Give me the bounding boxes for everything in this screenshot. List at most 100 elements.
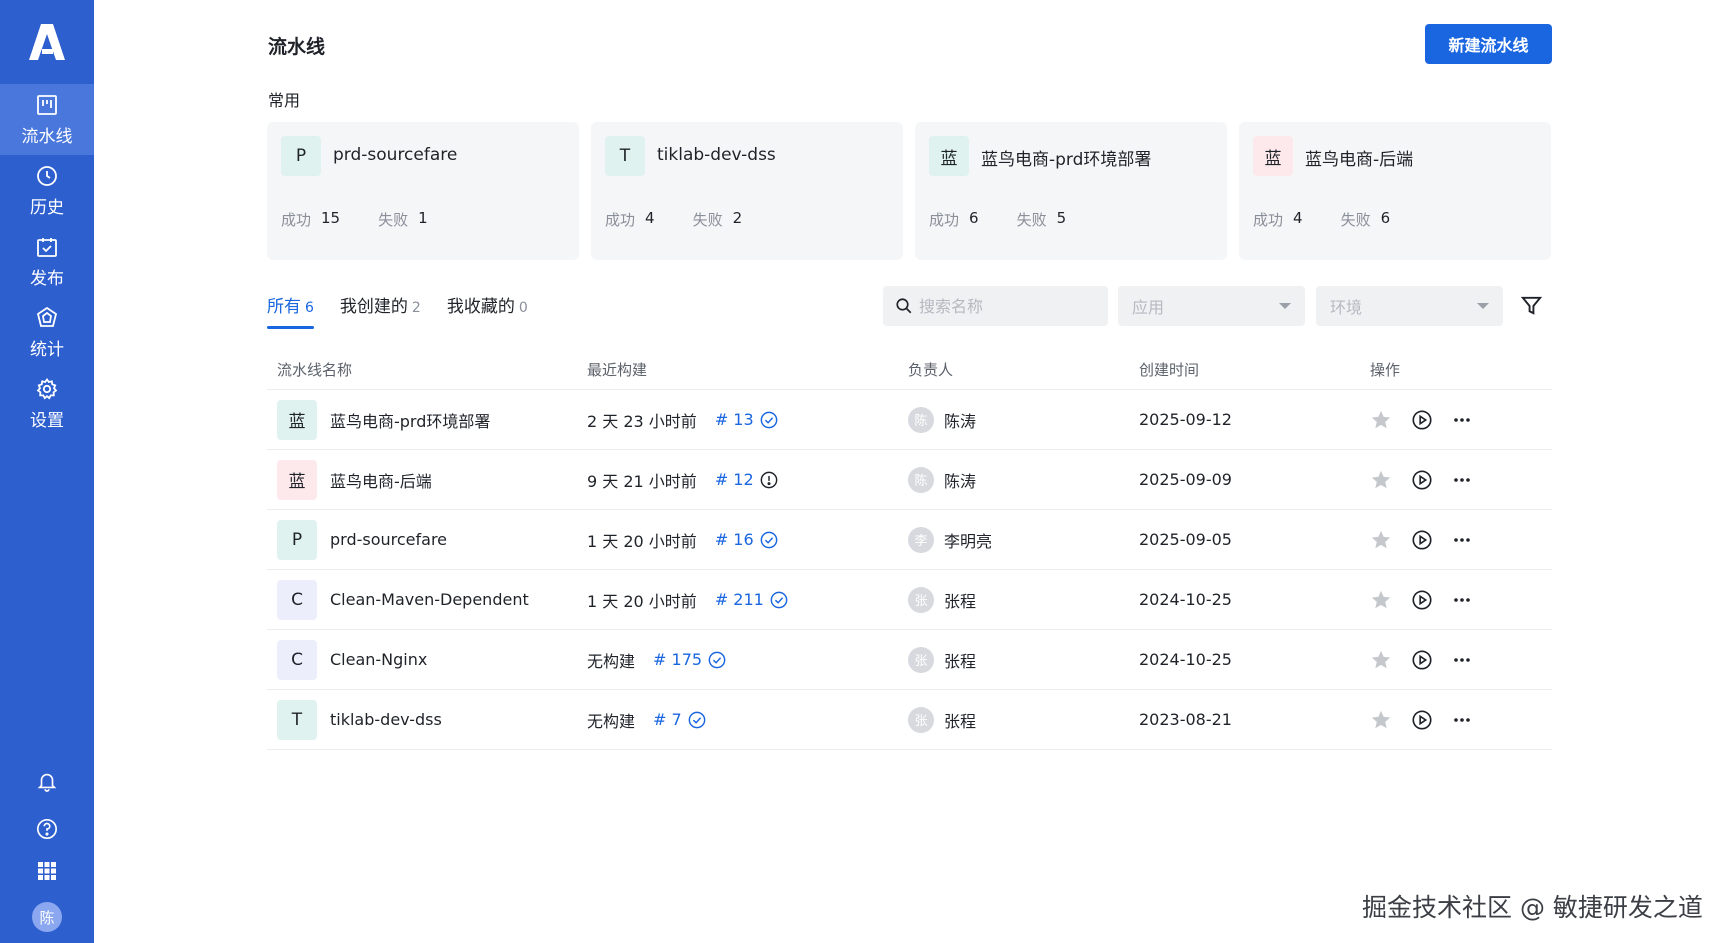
- run-button[interactable]: [1411, 409, 1433, 431]
- run-button[interactable]: [1411, 529, 1433, 551]
- build-number-link[interactable]: # 211: [715, 590, 764, 609]
- env-select[interactable]: 环境: [1316, 286, 1503, 326]
- pipeline-name-link[interactable]: Clean-Nginx: [330, 650, 427, 669]
- sidebar-item-pipeline[interactable]: 流水线: [0, 84, 94, 155]
- more-button[interactable]: [1452, 470, 1472, 490]
- build-number-link[interactable]: # 175: [653, 650, 702, 669]
- fail-label: 失败: [692, 211, 723, 229]
- build-number-link[interactable]: # 13: [715, 410, 754, 429]
- pipeline-icon: [37, 94, 57, 115]
- tab-created-by-me[interactable]: 我创建的 2: [340, 292, 421, 329]
- tab-label: 我创建的: [339, 297, 408, 317]
- sidebar-item-label: 发布: [30, 268, 64, 289]
- fail-count: 5: [1056, 209, 1067, 227]
- recent-card[interactable]: 蓝 蓝鸟电商-prd环境部署 成功 6 失败 5: [915, 122, 1227, 260]
- success-count: 4: [645, 209, 655, 227]
- more-button[interactable]: [1452, 710, 1472, 730]
- success-count: 15: [321, 209, 341, 227]
- pipeline-badge: P: [281, 136, 321, 176]
- search-box: [883, 286, 1108, 326]
- sidebar-item-label: 设置: [30, 410, 64, 431]
- run-button[interactable]: [1411, 709, 1433, 731]
- favorite-button[interactable]: [1370, 649, 1392, 671]
- user-avatar-button[interactable]: 陈: [0, 902, 94, 932]
- build-number-link[interactable]: # 16: [715, 530, 754, 549]
- pipeline-badge: 蓝: [277, 399, 317, 440]
- tab-favorites[interactable]: 我收藏的 0: [447, 292, 528, 329]
- recent-card[interactable]: P prd-sourcefare 成功 15 失败 1: [267, 122, 579, 260]
- failed-icon: [760, 471, 778, 489]
- owner-avatar: 李: [908, 526, 934, 553]
- card-stats: 成功 15 失败 1: [281, 209, 428, 230]
- more-icon: [1454, 537, 1470, 542]
- tab-label: 所有: [267, 297, 301, 317]
- new-pipeline-button[interactable]: 新建流水线: [1425, 24, 1552, 64]
- more-button[interactable]: [1452, 410, 1472, 430]
- favorite-button[interactable]: [1370, 589, 1392, 611]
- sidebar-item-settings[interactable]: 设置: [0, 368, 94, 439]
- pipeline-name-link[interactable]: 蓝鸟电商-后端: [330, 468, 432, 492]
- card-stats: 成功 4 失败 6: [1253, 209, 1390, 230]
- avatar: 陈: [32, 902, 62, 932]
- sidebar-item-release[interactable]: 发布: [0, 226, 94, 297]
- success-label: 成功: [929, 211, 960, 229]
- tab-all[interactable]: 所有 6: [267, 292, 314, 329]
- favorite-button[interactable]: [1370, 529, 1392, 551]
- created-date: 2025-09-12: [1139, 410, 1232, 429]
- bell-icon: [37, 773, 57, 792]
- recent-card[interactable]: 蓝 蓝鸟电商-后端 成功 4 失败 6: [1239, 122, 1551, 260]
- more-button[interactable]: [1452, 650, 1472, 670]
- search-input[interactable]: [919, 296, 1089, 316]
- app-select[interactable]: 应用: [1118, 286, 1305, 326]
- build-number-link[interactable]: # 12: [715, 470, 754, 489]
- pipeline-name-link[interactable]: 蓝鸟电商-prd环境部署: [330, 408, 490, 432]
- run-button[interactable]: [1411, 589, 1433, 611]
- help-button[interactable]: [0, 818, 94, 840]
- notification-button[interactable]: [0, 770, 94, 792]
- more-button[interactable]: [1452, 590, 1472, 610]
- pipeline-tabs: 所有 6 我创建的 2 我收藏的 0: [267, 292, 528, 329]
- pipeline-table: 流水线名称 最近构建 负责人 创建时间 操作 蓝蓝鸟电商-prd环境部署 2 天…: [267, 350, 1552, 750]
- filter-button[interactable]: [1520, 294, 1543, 321]
- page-title: 流水线: [268, 36, 326, 58]
- tab-count: 2: [411, 300, 421, 316]
- favorite-button[interactable]: [1370, 709, 1392, 731]
- sidebar-item-stats[interactable]: 统计: [0, 297, 94, 368]
- star-icon: [1371, 530, 1391, 548]
- watermark-text: 掘金技术社区 @ 敏捷研发之道: [1362, 893, 1703, 922]
- app-logo[interactable]: [0, 14, 94, 70]
- last-build-time: 2 天 23 小时前: [587, 411, 697, 431]
- success-count: 4: [1293, 209, 1303, 227]
- fail-count: 2: [732, 209, 743, 227]
- pipeline-badge: C: [277, 579, 317, 620]
- run-button[interactable]: [1411, 469, 1433, 491]
- more-button[interactable]: [1452, 530, 1472, 550]
- run-button[interactable]: [1411, 649, 1433, 671]
- help-icon: [37, 819, 57, 839]
- success-count: 6: [969, 209, 979, 227]
- created-date: 2025-09-05: [1139, 530, 1232, 549]
- column-header-name: 流水线名称: [277, 361, 353, 379]
- star-icon: [1371, 590, 1391, 608]
- pipeline-name: prd-sourcefare: [333, 145, 458, 165]
- tab-count: 0: [518, 300, 528, 316]
- play-circle-icon: [1412, 529, 1432, 550]
- pipeline-name-link[interactable]: prd-sourcefare: [330, 530, 447, 549]
- recent-card[interactable]: T tiklab-dev-dss 成功 4 失败 2: [591, 122, 903, 260]
- pipeline-badge: 蓝: [929, 136, 969, 176]
- pipeline-badge: 蓝: [277, 459, 317, 500]
- owner-name: 张程: [944, 591, 977, 611]
- favorite-button[interactable]: [1370, 409, 1392, 431]
- pipeline-name-link[interactable]: tiklab-dev-dss: [330, 710, 442, 729]
- sidebar-item-history[interactable]: 历史: [0, 155, 94, 226]
- favorite-button[interactable]: [1370, 469, 1392, 491]
- pipeline-name-link[interactable]: Clean-Maven-Dependent: [330, 590, 529, 609]
- filter-icon: [1520, 296, 1543, 315]
- owner-avatar: 张: [908, 586, 934, 613]
- build-number-link[interactable]: # 7: [653, 710, 682, 729]
- more-icon: [1454, 417, 1470, 422]
- more-icon: [1454, 717, 1470, 722]
- last-build-time: 无构建: [587, 651, 636, 671]
- owner-name: 张程: [944, 651, 977, 671]
- apps-button[interactable]: [0, 861, 94, 881]
